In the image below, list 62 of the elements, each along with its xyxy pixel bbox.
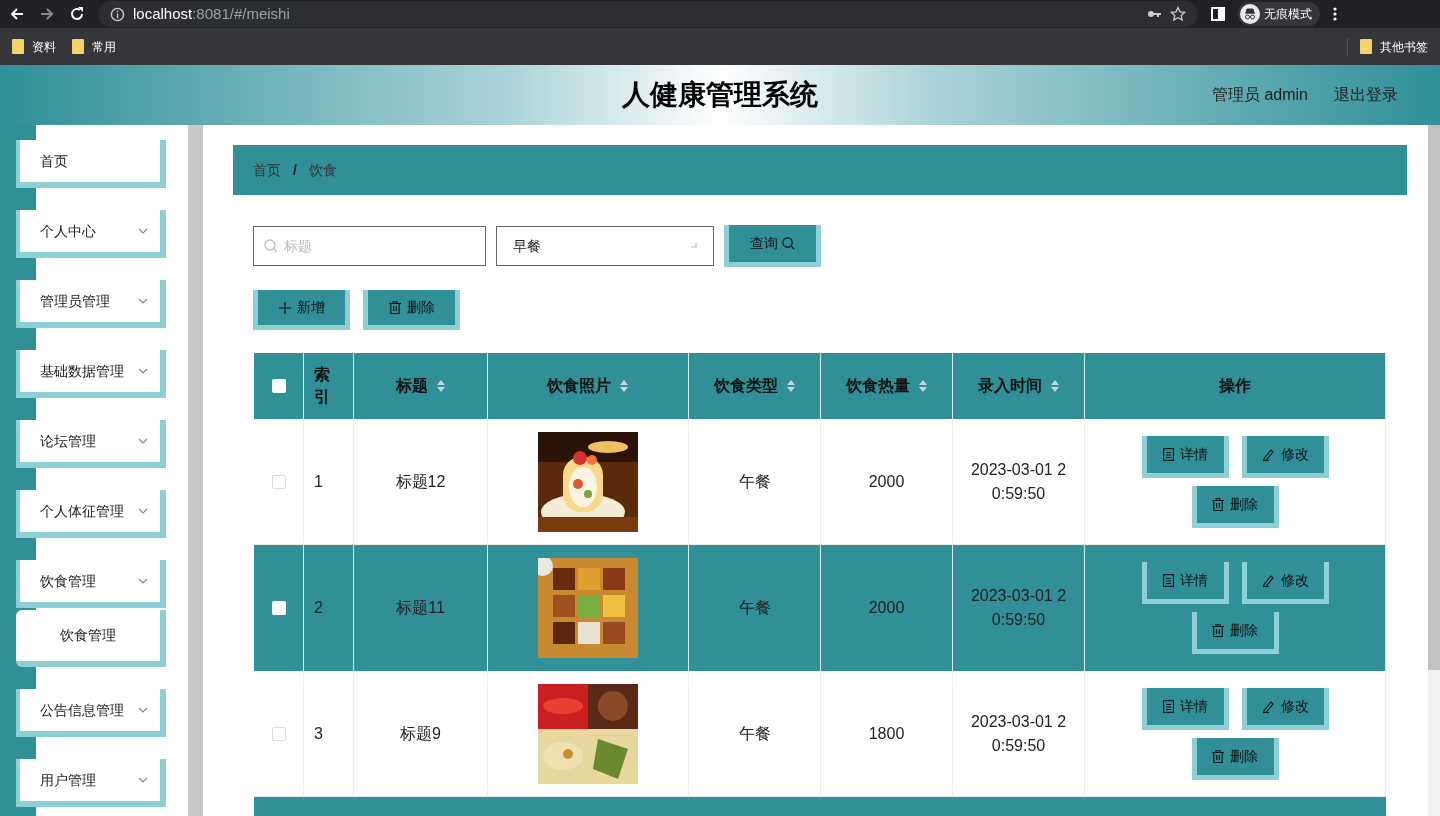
type-select[interactable]: 早餐: [496, 226, 714, 266]
breadcrumb-item[interactable]: 首页: [253, 159, 281, 181]
table-cell-text: 标题12: [395, 471, 446, 492]
sidebar-item[interactable]: 公告信息管理: [16, 689, 166, 737]
table-row[interactable]: 2 标题11 午餐 2000 2023-03-01 20:59:50 详情 修改 删除: [254, 545, 1386, 671]
sidebar-subitem[interactable]: 饮食管理: [16, 610, 166, 667]
column-header[interactable]: 饮食类型: [713, 375, 796, 397]
table-cell-text: 2023-03-01 20:59:50: [969, 586, 1068, 630]
delete-button[interactable]: 删除: [363, 290, 460, 330]
search-field[interactable]: 标题: [253, 226, 486, 266]
breadcrumb-separator: /: [293, 160, 297, 180]
column-header[interactable]: 饮食照片: [547, 375, 629, 397]
bookmark-item[interactable]: 其他书签: [1360, 37, 1428, 56]
table-row[interactable]: 1 标题12 午餐 2000 2023-03-01 20:59:50 详情 修改 删除: [254, 419, 1386, 545]
edit-button[interactable]: 修改: [1241, 435, 1329, 478]
table-cell-text: 2000: [868, 598, 905, 618]
profile-label: 无痕模式: [1264, 6, 1312, 23]
sidebar-item[interactable]: 论坛管理: [16, 420, 166, 468]
column-header[interactable]: 录入时间: [977, 375, 1060, 397]
table-cell-text: 午餐: [738, 471, 771, 492]
table-cell-text: 午餐: [738, 723, 771, 744]
sidebar-item[interactable]: 基础数据管理: [16, 350, 166, 398]
app-title: 人健康管理系统: [622, 78, 818, 112]
table-cell-text: 2000: [868, 471, 905, 492]
sidebar-item[interactable]: 管理员管理: [16, 280, 166, 328]
bookmark-item[interactable]: 常用: [72, 37, 116, 56]
query-button[interactable]: 查询: [724, 225, 821, 267]
delete-button[interactable]: 删除: [1191, 612, 1279, 654]
sidebar-item[interactable]: 首页: [16, 140, 166, 188]
table-cell-text: 标题9: [400, 723, 441, 744]
sidebar-item[interactable]: 用户管理: [16, 759, 166, 807]
column-header: 索引: [314, 365, 331, 407]
sidebar-item[interactable]: 个人中心: [16, 210, 166, 258]
column-header[interactable]: 饮食热量: [845, 375, 928, 397]
column-header: 操作: [1219, 376, 1251, 396]
delete-button[interactable]: 删除: [1191, 737, 1279, 780]
detail-button[interactable]: 详情: [1141, 435, 1229, 478]
table-cell-text: 2023-03-01 20:59:50: [969, 459, 1068, 504]
sidebar-item[interactable]: 个人体征管理: [16, 490, 166, 538]
table-cell-text: 午餐: [738, 598, 771, 618]
table-cell-text: 1800: [868, 723, 905, 744]
table-cell-text: 3: [314, 723, 323, 744]
user-label: 管理员 admin: [1211, 85, 1308, 105]
logout-link[interactable]: 退出登录: [1334, 83, 1398, 107]
column-header[interactable]: 标题: [395, 375, 446, 397]
delete-button[interactable]: 删除: [1191, 485, 1279, 528]
bookmark-item[interactable]: 资料: [12, 37, 56, 56]
edit-button[interactable]: 修改: [1241, 562, 1329, 604]
add-button[interactable]: 新增: [253, 290, 350, 330]
detail-button[interactable]: 详情: [1141, 562, 1229, 604]
table-row[interactable]: 3 标题9 午餐 1800 2023-03-01 20:59:50 详情 修改 删除: [254, 671, 1386, 797]
url-text: localhost:8081/#/meishi: [133, 3, 290, 24]
detail-button[interactable]: 详情: [1141, 687, 1229, 730]
table-cell-text: 1: [314, 471, 323, 492]
breadcrumb-item: 饮食: [308, 160, 337, 180]
table-cell-text: 2023-03-01 20:59:50: [969, 711, 1068, 756]
sidebar-item[interactable]: 饮食管理: [16, 560, 166, 608]
address-bar[interactable]: localhost:8081/#/meishi: [98, 1, 1198, 27]
incognito-badge[interactable]: 无痕模式: [1238, 2, 1320, 26]
table-cell-text: 2: [314, 598, 323, 618]
edit-button[interactable]: 修改: [1241, 687, 1329, 730]
table-cell-text: 标题11: [396, 598, 445, 618]
